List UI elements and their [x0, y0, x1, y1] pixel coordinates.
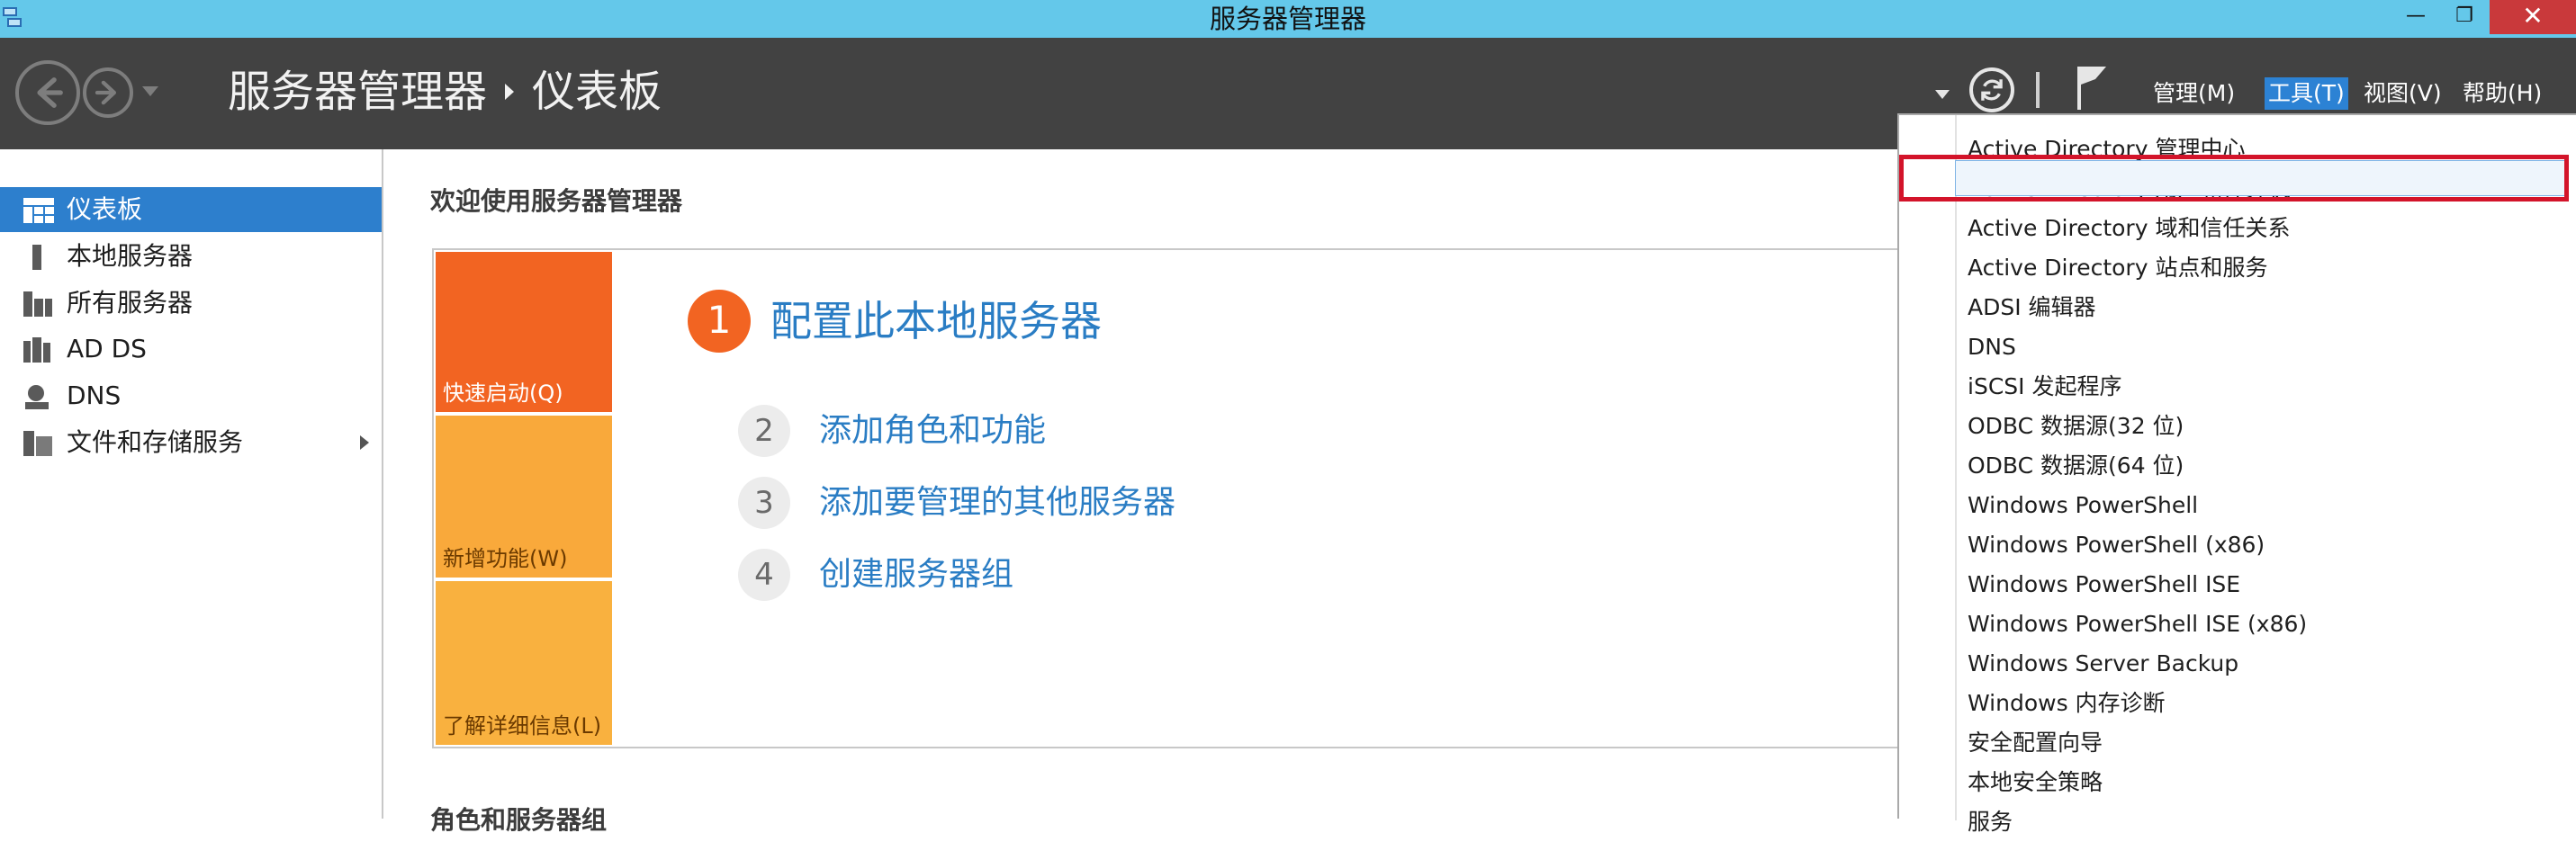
- sidebar-item-label: 本地服务器: [67, 241, 194, 271]
- tools-menu-item[interactable]: ODBC 数据源(32 位): [1968, 407, 2184, 446]
- tools-menu-item[interactable]: DNS: [1968, 327, 2016, 367]
- welcome-panel: 快速启动(Q) 新增功能(W) 了解详细信息(L) 1 配置此本地服务器 2 添…: [432, 248, 1926, 748]
- sidebar: 仪表板 本地服务器 所有服务器 AD DS DNS 文件和存储服务: [0, 149, 383, 819]
- forward-arrow-icon: [95, 80, 116, 105]
- tools-dropdown-menu: Active Directory 管理中心Active Directory 用户…: [1897, 113, 2576, 835]
- add-other-servers-link[interactable]: 添加要管理的其他服务器: [819, 477, 1175, 529]
- sidebar-item-local-server[interactable]: 本地服务器: [0, 234, 382, 279]
- storage-icon: [23, 431, 52, 456]
- tools-menu-item[interactable]: ADSI 编辑器: [1968, 288, 2096, 327]
- step-number-badge: 1: [688, 290, 751, 353]
- add-roles-features-link[interactable]: 添加角色和功能: [819, 405, 1046, 457]
- tools-menu-item[interactable]: Active Directory 域和信任关系: [1968, 209, 2290, 248]
- roles-section-heading: 角色和服务器组: [430, 805, 608, 835]
- tile-label: 新增功能(W): [443, 546, 568, 571]
- sidebar-item-all-servers[interactable]: 所有服务器: [0, 281, 382, 326]
- breadcrumb-current: 仪表板: [532, 67, 662, 117]
- menu-tools[interactable]: 工具(T): [2265, 77, 2348, 110]
- sidebar-item-label: DNS: [67, 381, 122, 410]
- tools-menu-item[interactable]: ODBC 数据源(64 位): [1968, 446, 2184, 486]
- sidebar-item-label: 所有服务器: [67, 288, 194, 318]
- restore-icon: ❐: [2455, 4, 2473, 27]
- sidebar-item-dns[interactable]: DNS: [0, 373, 382, 418]
- close-button[interactable]: ✕: [2490, 0, 2576, 34]
- annotation-highlight-box: [1899, 155, 2569, 202]
- breadcrumb-separator-icon: [505, 84, 515, 100]
- tools-menu-item[interactable]: Windows PowerShell ISE (x86): [1968, 605, 2307, 644]
- sidebar-item-label: AD DS: [67, 334, 147, 363]
- step-number-badge: 4: [738, 549, 790, 601]
- tile-label: 快速启动(Q): [443, 381, 563, 406]
- breadcrumb-root[interactable]: 服务器管理器: [228, 67, 487, 117]
- step-number-badge: 3: [738, 477, 790, 529]
- tile-label: 了解详细信息(L): [443, 713, 602, 739]
- tools-menu-item[interactable]: Windows 内存诊断: [1968, 684, 2166, 723]
- minimize-button[interactable]: —: [2392, 0, 2439, 34]
- back-button[interactable]: [15, 60, 80, 125]
- menu-manage[interactable]: 管理(M): [2153, 77, 2235, 110]
- close-icon: ✕: [2522, 1, 2544, 31]
- tools-menu-item[interactable]: Active Directory 站点和服务: [1968, 248, 2267, 288]
- refresh-button[interactable]: [1969, 67, 2014, 112]
- back-arrow-icon: [37, 77, 63, 108]
- tools-menu-item[interactable]: iSCSI 发起程序: [1968, 367, 2121, 407]
- notifications-dropdown-icon[interactable]: [1935, 90, 1950, 99]
- menu-help[interactable]: 帮助(H): [2463, 77, 2542, 110]
- tools-menu-item[interactable]: Windows PowerShell (x86): [1968, 525, 2265, 565]
- tools-menu-item[interactable]: Windows Server Backup: [1968, 644, 2238, 684]
- restore-button[interactable]: ❐: [2441, 0, 2488, 34]
- tools-menu-item[interactable]: Windows PowerShell: [1968, 486, 2198, 525]
- dashboard-icon: [23, 198, 54, 223]
- server-icon: [32, 245, 41, 270]
- menu-view[interactable]: 视图(V): [2364, 77, 2442, 110]
- tools-menu-item[interactable]: 本地安全策略: [1968, 763, 2103, 802]
- window-title: 服务器管理器: [1209, 4, 1366, 34]
- tile-whats-new[interactable]: 新增功能(W): [436, 416, 612, 578]
- tools-menu-item[interactable]: 服务: [1968, 802, 2013, 842]
- flag-notifications-icon[interactable]: [2074, 65, 2110, 112]
- menu-icon-column: [1955, 115, 1957, 820]
- tile-quick-start[interactable]: 快速启动(Q): [436, 252, 612, 412]
- tools-menu-item[interactable]: 安全配置向导: [1968, 723, 2103, 763]
- forward-button[interactable]: [83, 67, 133, 118]
- refresh-icon: [1981, 79, 2003, 101]
- tools-menu-item[interactable]: Windows PowerShell ISE: [1968, 565, 2240, 605]
- sidebar-item-file-storage[interactable]: 文件和存储服务: [0, 420, 382, 465]
- tile-learn-more[interactable]: 了解详细信息(L): [436, 581, 612, 745]
- sidebar-item-ad-ds[interactable]: AD DS: [0, 327, 382, 372]
- expand-chevron-icon[interactable]: [360, 435, 369, 450]
- create-server-group-link[interactable]: 创建服务器组: [819, 549, 1013, 601]
- dns-icon: [25, 385, 49, 409]
- header-divider: [2036, 72, 2040, 108]
- title-bar: 服务器管理器 — ❐ ✕: [0, 0, 2576, 38]
- sidebar-item-dashboard[interactable]: 仪表板: [0, 187, 382, 232]
- history-dropdown-icon[interactable]: [142, 86, 158, 96]
- servers-icon: [23, 291, 52, 317]
- welcome-heading: 欢迎使用服务器管理器: [430, 186, 683, 216]
- configure-local-server-link[interactable]: 配置此本地服务器: [770, 291, 1102, 351]
- minimize-icon: —: [2406, 4, 2426, 27]
- sidebar-item-label: 文件和存储服务: [67, 427, 244, 457]
- breadcrumb: 服务器管理器 仪表板: [228, 65, 662, 119]
- step-number-badge: 2: [738, 405, 790, 457]
- sidebar-item-label: 仪表板: [67, 194, 143, 224]
- directory-icon: [23, 337, 50, 363]
